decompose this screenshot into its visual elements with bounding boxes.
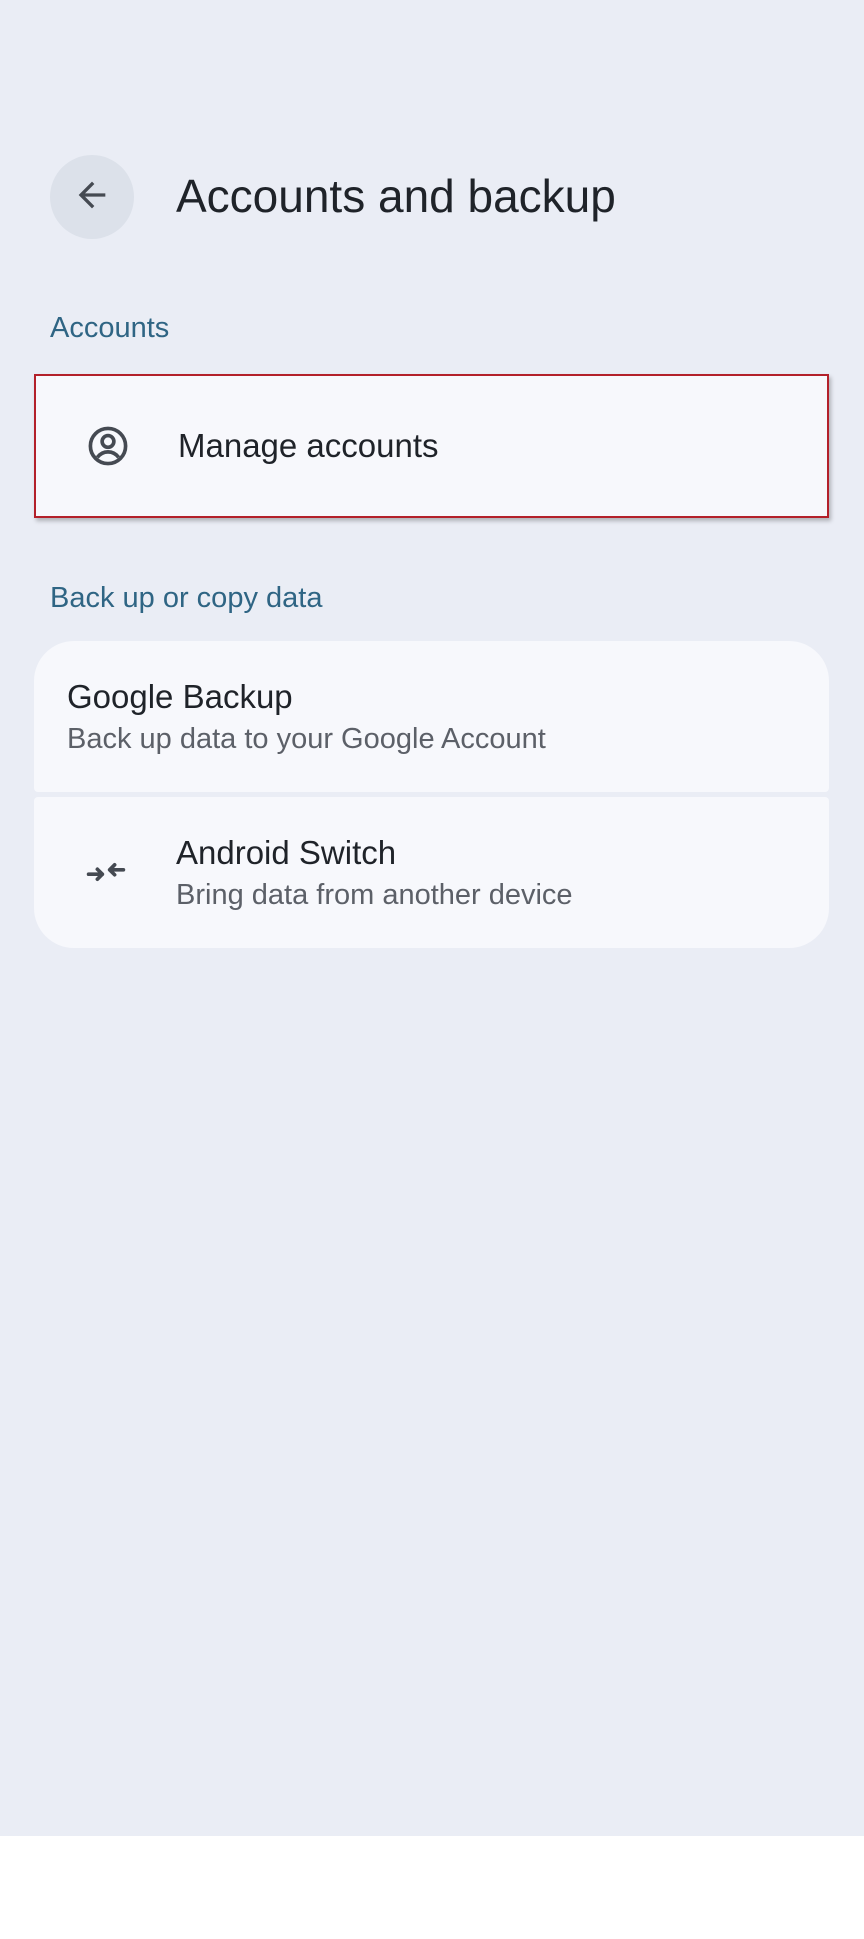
arrow-back-icon: [72, 175, 112, 220]
manage-accounts-item[interactable]: Manage accounts: [34, 374, 829, 518]
section-header-backup: Back up or copy data: [50, 582, 323, 614]
android-switch-subtitle: Bring data from another device: [176, 879, 573, 911]
android-switch-title: Android Switch: [176, 834, 397, 871]
settings-screen: Accounts and backup Accounts Manage acco…: [0, 0, 864, 1836]
account-circle-icon: [86, 424, 130, 468]
page-title: Accounts and backup: [176, 170, 616, 222]
back-button[interactable]: [50, 155, 134, 239]
compare-arrows-icon: [84, 850, 128, 894]
google-backup-item[interactable]: Google Backup Back up data to your Googl…: [34, 641, 829, 792]
android-switch-item[interactable]: Android Switch Bring data from another d…: [34, 797, 829, 948]
section-header-accounts: Accounts: [50, 312, 170, 344]
bottom-blank-area: [0, 1836, 864, 1939]
google-backup-subtitle: Back up data to your Google Account: [67, 723, 546, 755]
manage-accounts-title: Manage accounts: [178, 427, 439, 464]
google-backup-title: Google Backup: [67, 678, 293, 715]
